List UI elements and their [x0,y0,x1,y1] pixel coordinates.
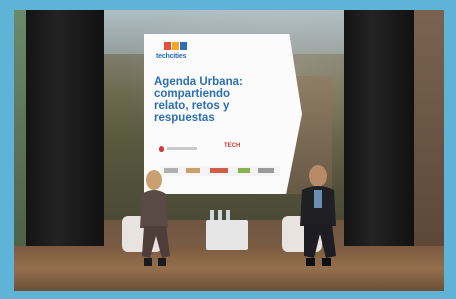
tech-sponsor-logo: TECH [224,143,241,149]
left-black-panel [26,10,104,260]
event-photo: techcities Agenda Urbana: compartiendo r… [14,10,444,291]
techcities-logo: techcities [156,42,196,72]
stage-floor [14,246,444,291]
santander-logo-icon [159,146,164,152]
right-side-screen [414,10,444,260]
headline-line: relato, retos y [154,100,230,112]
logo-blocks-icon [164,42,190,52]
headline-line: Agenda Urbana: [154,76,243,88]
speaker-woman [140,170,170,266]
side-table [206,220,248,250]
event-headline: Agenda Urbana: compartiendo relato, reto… [154,76,294,124]
logo-name: techcities [156,53,187,60]
photo-frame: techcities Agenda Urbana: compartiendo r… [0,0,456,299]
sponsor-logo-text [167,147,197,150]
headline-line: compartiendo [154,88,231,100]
headline-line: respuestas [154,112,215,124]
right-black-panel [344,10,414,260]
water-bottles [210,210,240,220]
speaker-man [300,165,336,266]
partner-logos-strip [160,166,280,176]
